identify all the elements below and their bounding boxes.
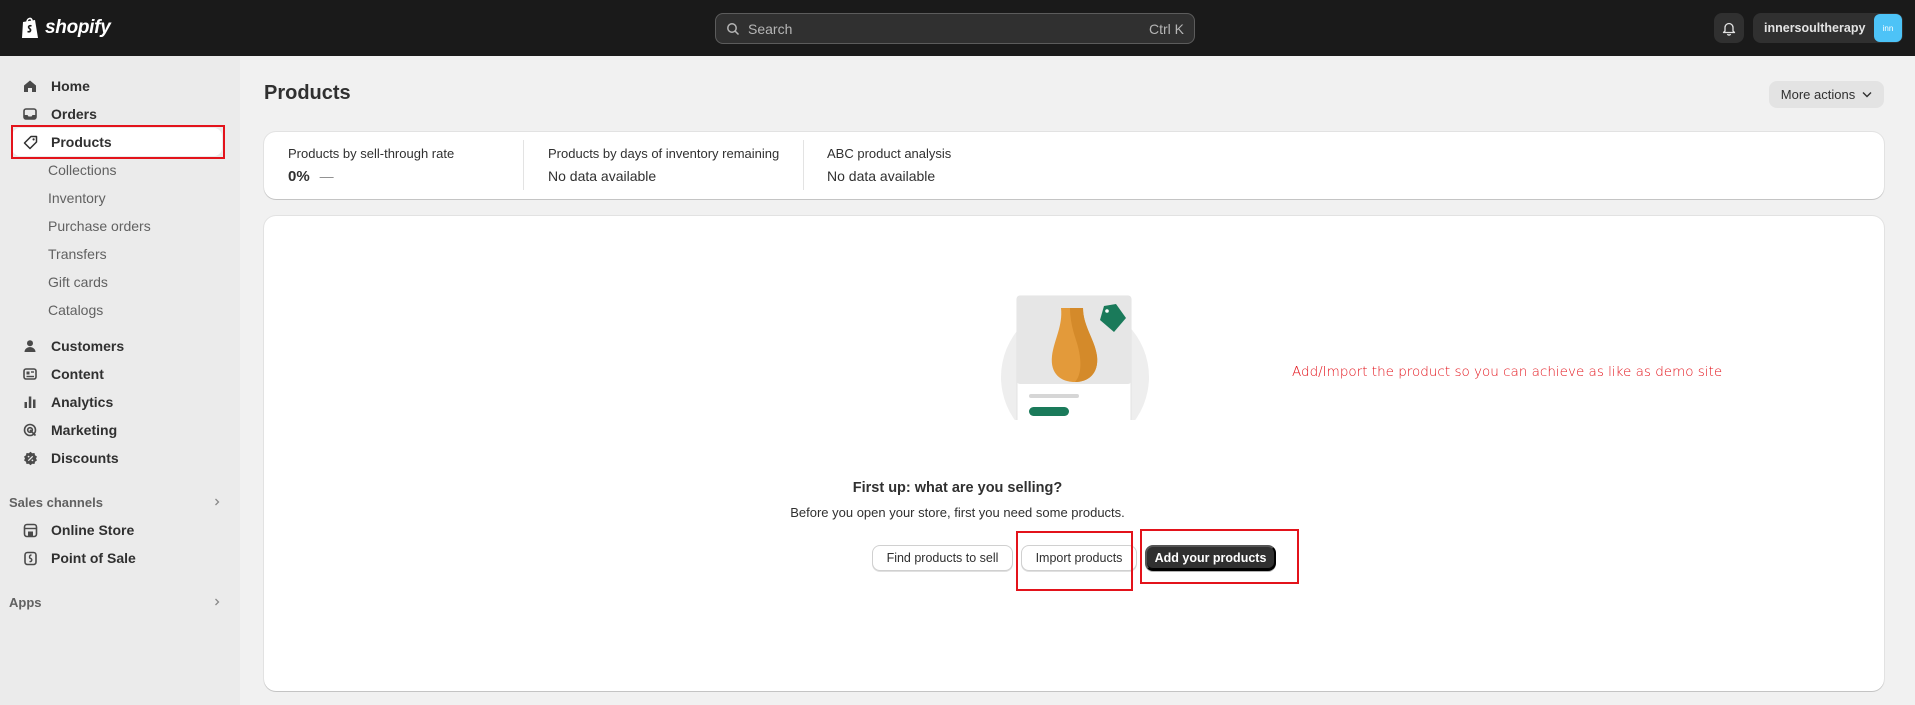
content-icon — [22, 366, 38, 382]
product-illustration — [1000, 295, 1150, 422]
chevron-down-icon — [1862, 92, 1872, 98]
bar-chart-icon — [22, 394, 38, 410]
notifications-button[interactable] — [1714, 13, 1744, 43]
sidebar-item-label: Online Store — [51, 522, 135, 538]
sidebar-item-discounts[interactable]: Discounts — [12, 444, 222, 472]
empty-state-subtext: Before you open your store, first you ne… — [790, 505, 1125, 520]
metric-divider — [803, 140, 804, 190]
sidebar-item-label: Discounts — [51, 450, 119, 466]
page-title: Products — [264, 82, 351, 104]
sidebar-item-label: Orders — [51, 106, 97, 122]
metric-value: 0% — — [288, 168, 334, 185]
sidebar-item-label: Marketing — [51, 422, 118, 438]
metric-divider — [523, 140, 524, 190]
chevron-right-icon — [215, 598, 220, 606]
sidebar-item-label: Home — [51, 78, 90, 94]
search-input[interactable] — [748, 20, 1149, 37]
sidebar-item-label: Point of Sale — [51, 550, 136, 566]
store-icon — [22, 522, 38, 538]
metric-value: No data available — [827, 168, 936, 184]
apps-section[interactable]: Apps — [9, 592, 221, 612]
top-bar: shopify Ctrl K innersoultherapy inn — [0, 0, 1915, 56]
annotation-box-products — [11, 125, 225, 159]
person-icon — [22, 338, 38, 354]
sidebar-item-home[interactable]: Home — [12, 72, 222, 100]
store-name: innersoultherapy — [1764, 21, 1866, 35]
more-actions-button[interactable]: More actions — [1769, 81, 1884, 108]
sidebar-subitem-inventory[interactable]: Inventory — [48, 186, 106, 210]
home-icon — [22, 78, 38, 94]
search-icon — [727, 22, 740, 35]
sidebar-item-online-store[interactable]: Online Store — [12, 516, 222, 544]
sidebar-item-content[interactable]: Content — [12, 360, 222, 388]
store-avatar: inn — [1874, 14, 1902, 42]
more-actions-label: More actions — [1780, 87, 1856, 102]
find-products-button[interactable]: Find products to sell — [872, 545, 1013, 571]
annotation-text: Add/Import the product so you can achiev… — [1292, 364, 1723, 380]
sidebar-item-customers[interactable]: Customers — [12, 332, 222, 360]
trend-dash: — — [319, 168, 334, 184]
sidebar-subitem-transfers[interactable]: Transfers — [48, 242, 107, 266]
sidebar-item-label: Customers — [51, 338, 125, 354]
sidebar-item-marketing[interactable]: Marketing — [12, 416, 222, 444]
metric-label: Products by days of inventory remaining — [548, 146, 780, 161]
apps-label: Apps — [9, 594, 42, 610]
sidebar-subitem-gift-cards[interactable]: Gift cards — [48, 270, 108, 294]
sidebar-item-analytics[interactable]: Analytics — [12, 388, 222, 416]
metric-value: No data available — [548, 168, 657, 184]
sidebar-item-label: Analytics — [51, 394, 114, 410]
shopify-bag-icon — [22, 17, 38, 38]
annotation-box-import — [1016, 531, 1133, 591]
sidebar-subitem-purchase-orders[interactable]: Purchase orders — [48, 214, 151, 238]
sidebar-item-orders[interactable]: Orders — [12, 100, 222, 128]
logo-text: shopify — [45, 17, 111, 38]
discount-icon — [22, 450, 38, 466]
inbox-icon — [22, 106, 38, 122]
target-icon — [22, 422, 38, 438]
bell-icon — [1722, 22, 1736, 36]
shopify-logo[interactable]: shopify — [20, 16, 111, 40]
metric-label: Products by sell-through rate — [288, 146, 455, 161]
sidebar-item-label: Content — [51, 366, 104, 382]
metric-label: ABC product analysis — [827, 146, 952, 161]
search-bar[interactable]: Ctrl K — [715, 13, 1195, 44]
store-menu-button[interactable]: innersoultherapy inn — [1753, 13, 1903, 43]
sidebar-subitem-catalogs[interactable]: Catalogs — [48, 298, 103, 322]
annotation-box-add — [1140, 529, 1299, 584]
empty-state-card — [264, 216, 1884, 691]
sidebar-item-point-of-sale[interactable]: Point of Sale — [12, 544, 222, 572]
sidebar-subitem-collections[interactable]: Collections — [48, 158, 116, 182]
analytics-metrics-bar: Products by sell-through rate 0% — Produ… — [264, 132, 1884, 199]
empty-state-heading: First up: what are you selling? — [852, 480, 1063, 496]
search-shortcut: Ctrl K — [1149, 20, 1184, 37]
pos-icon — [22, 550, 38, 566]
